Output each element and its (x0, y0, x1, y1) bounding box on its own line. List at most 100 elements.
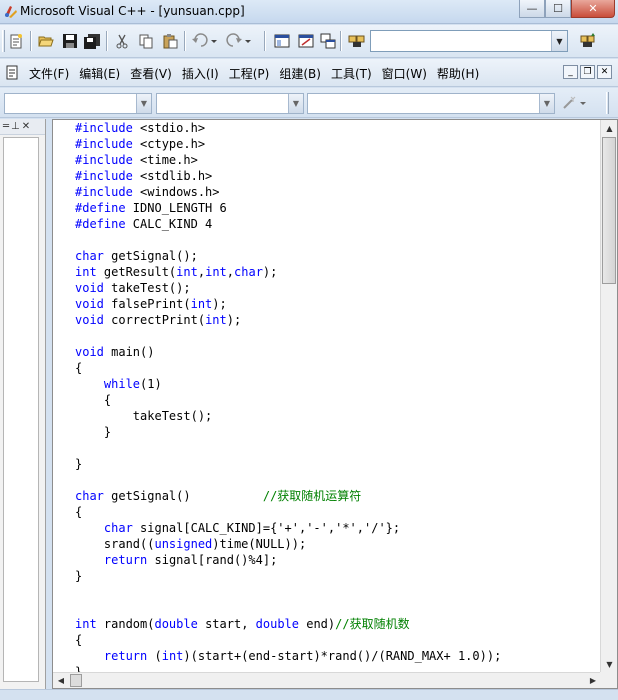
code-line[interactable]: #define CALC_KIND 4 (75, 216, 595, 232)
workspace-close-icon[interactable]: ✕ (22, 121, 30, 132)
open-folder-icon[interactable] (36, 31, 56, 51)
code-keyword: #include (75, 185, 133, 199)
menu-edit[interactable]: 编辑(E) (74, 65, 125, 82)
code-line[interactable]: { (75, 632, 595, 648)
scroll-left-icon[interactable]: ◀ (53, 673, 69, 688)
cut-icon[interactable] (112, 31, 132, 51)
chevron-down-icon[interactable]: ▼ (136, 94, 151, 113)
menu-window[interactable]: 窗口(W) (377, 65, 432, 82)
scroll-right-icon[interactable]: ▶ (585, 673, 601, 688)
code-keyword: unsigned (154, 537, 213, 551)
menu-help[interactable]: 帮助(H) (432, 65, 484, 82)
code-line[interactable]: #include <stdlib.h> (75, 168, 595, 184)
document-icon[interactable] (6, 65, 19, 80)
code-text-token: <ctype.h> (132, 137, 206, 151)
code-line[interactable]: } (75, 456, 595, 472)
code-line[interactable]: { (75, 504, 595, 520)
code-line[interactable]: while(1) (75, 376, 595, 392)
class-combo[interactable]: ▼ (4, 93, 152, 114)
undo-icon[interactable] (190, 31, 220, 51)
search-icon[interactable] (578, 31, 598, 51)
menu-build[interactable]: 组建(B) (274, 65, 326, 82)
code-line[interactable]: srand((unsigned)time(NULL)); (75, 536, 595, 552)
toolbar-separator (30, 31, 32, 51)
workspace-dock-icon[interactable]: ═ (3, 121, 9, 132)
menu-project[interactable]: 工程(P) (224, 65, 275, 82)
code-line[interactable] (75, 584, 595, 600)
redo-icon[interactable] (224, 31, 254, 51)
code-line[interactable] (75, 328, 595, 344)
document-minimize-button[interactable]: _ (563, 65, 578, 79)
horizontal-scrollbar[interactable]: ◀ ▶ (53, 672, 601, 688)
code-text-token: <stdlib.h> (132, 169, 213, 183)
code-line[interactable]: } (75, 568, 595, 584)
output-icon[interactable] (296, 31, 316, 51)
chevron-down-icon[interactable]: ▼ (288, 94, 303, 113)
code-line[interactable]: return signal[rand()%4]; (75, 552, 595, 568)
menu-view[interactable]: 查看(V) (125, 65, 177, 82)
wizard-action-icon[interactable] (560, 93, 590, 113)
workspace-tree[interactable] (3, 137, 39, 682)
code-line[interactable]: takeTest(); (75, 408, 595, 424)
code-line[interactable]: int random(double start, double end)//获取… (75, 616, 595, 632)
code-line[interactable]: #include <time.h> (75, 152, 595, 168)
minimize-button[interactable]: — (519, 0, 545, 18)
maximize-button[interactable]: ☐ (545, 0, 571, 18)
vertical-scrollbar[interactable]: ▲ ▼ (600, 120, 617, 673)
workspace-icon[interactable] (272, 31, 292, 51)
code-text-token: } (75, 569, 83, 583)
close-button[interactable]: ✕ (571, 0, 615, 18)
document-restore-button[interactable]: ❐ (580, 65, 595, 79)
find-combo[interactable]: ▼ (370, 30, 568, 52)
code-line[interactable]: } (75, 424, 595, 440)
code-keyword: int (161, 649, 184, 663)
new-text-file-icon[interactable] (6, 31, 26, 51)
menu-tools[interactable]: 工具(T) (326, 65, 377, 82)
code-text[interactable]: #include <stdio.h> #include <ctype.h> #inc… (75, 120, 595, 674)
code-line[interactable]: { (75, 392, 595, 408)
code-line[interactable] (75, 232, 595, 248)
copy-icon[interactable] (136, 31, 156, 51)
members-combo[interactable]: ▼ (307, 93, 555, 114)
code-line[interactable]: void main() (75, 344, 595, 360)
code-text-token: (1) (140, 377, 162, 391)
scroll-up-icon[interactable]: ▲ (602, 121, 617, 136)
document-close-button[interactable]: ✕ (597, 65, 612, 79)
code-keyword: int (205, 265, 227, 279)
code-line[interactable]: char getSignal() //获取随机运算符 (75, 488, 595, 504)
code-line[interactable]: void takeTest(); (75, 280, 595, 296)
filter-combo[interactable]: ▼ (156, 93, 304, 114)
vertical-scroll-thumb[interactable] (602, 137, 616, 284)
code-line[interactable]: char signal[CALC_KIND]={'+','-','*','/'}… (75, 520, 595, 536)
menu-insert[interactable]: 插入(I) (177, 65, 224, 82)
chevron-down-icon[interactable]: ▼ (539, 94, 554, 113)
code-line[interactable]: #include <ctype.h> (75, 136, 595, 152)
code-line[interactable] (75, 600, 595, 616)
code-line[interactable]: char getSignal(); (75, 248, 595, 264)
code-line[interactable] (75, 472, 595, 488)
paste-icon[interactable] (160, 31, 180, 51)
code-line[interactable]: void falsePrint(int); (75, 296, 595, 312)
code-line[interactable]: return (int)(start+(end-start)*rand()/(R… (75, 648, 595, 664)
visual-cpp-app-icon (5, 6, 17, 18)
code-line[interactable] (75, 440, 595, 456)
scroll-down-icon[interactable]: ▼ (602, 657, 617, 672)
code-line[interactable]: void correctPrint(int); (75, 312, 595, 328)
code-text-token: ( (147, 649, 162, 663)
code-line[interactable]: #include <stdio.h> (75, 120, 595, 136)
menu-file[interactable]: 文件(F) (24, 65, 74, 82)
code-editor[interactable]: #include <stdio.h> #include <ctype.h> #inc… (52, 119, 618, 689)
toolbar-grip[interactable] (2, 30, 5, 52)
toolbar-grip[interactable] (606, 92, 609, 114)
find-in-files-icon[interactable] (347, 31, 367, 51)
window-list-icon[interactable] (318, 31, 338, 51)
chevron-down-icon[interactable]: ▼ (551, 31, 567, 51)
horizontal-scroll-thumb[interactable] (70, 674, 82, 687)
save-all-icon[interactable] (82, 31, 102, 51)
workspace-pin-icon[interactable]: ⊥ (11, 121, 20, 132)
code-line[interactable]: #include <windows.h> (75, 184, 595, 200)
code-line[interactable]: #define IDNO_LENGTH 6 (75, 200, 595, 216)
save-icon[interactable] (60, 31, 80, 51)
code-line[interactable]: { (75, 360, 595, 376)
code-line[interactable]: int getResult(int,int,char); (75, 264, 595, 280)
